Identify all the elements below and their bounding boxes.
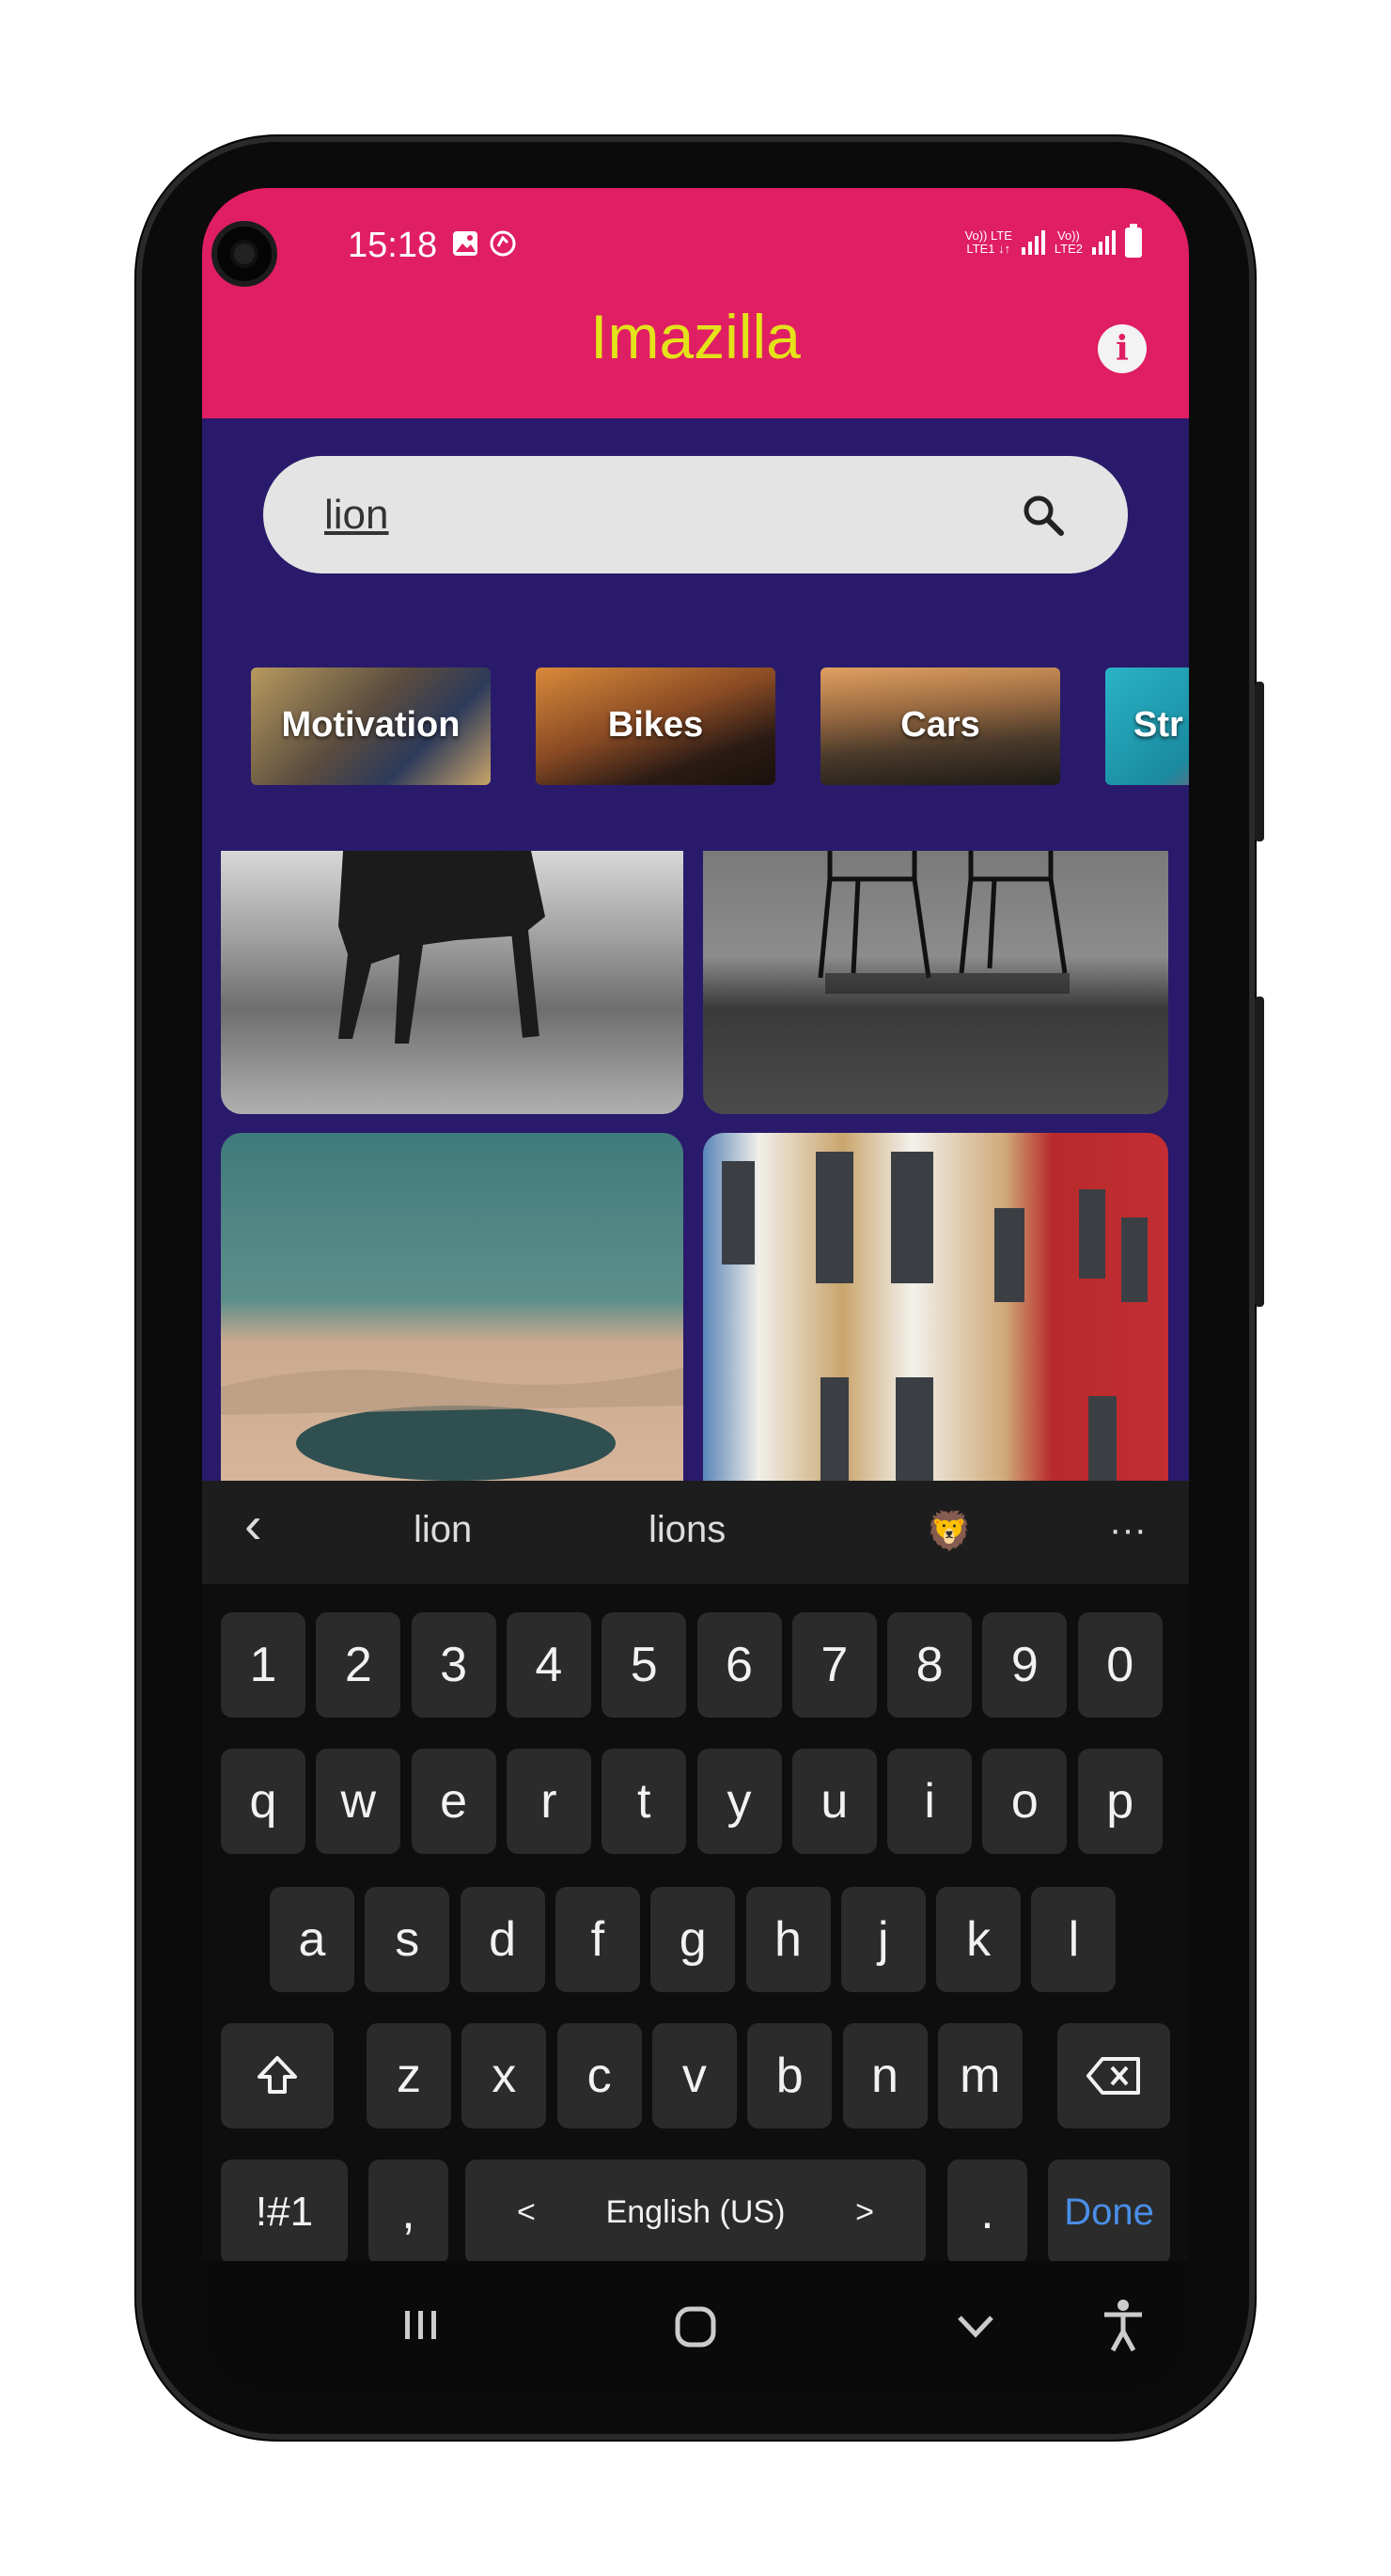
key-4[interactable]: 4	[506, 1612, 591, 1718]
key-h[interactable]: h	[745, 1887, 831, 1992]
backspace-icon	[1086, 2057, 1140, 2095]
category-label: Cars	[900, 705, 980, 745]
home-icon[interactable]	[672, 2303, 719, 2350]
key-2[interactable]: 2	[316, 1612, 401, 1718]
key-o[interactable]: o	[982, 1749, 1068, 1854]
key-i[interactable]: i	[887, 1749, 973, 1854]
category-bikes[interactable]: Bikes	[536, 668, 775, 785]
key-v[interactable]: v	[651, 2023, 737, 2128]
search-icon[interactable]	[1020, 492, 1067, 539]
image-townhouses[interactable]	[703, 1133, 1168, 1481]
key-3[interactable]: 3	[411, 1612, 496, 1718]
space-bar[interactable]: < English (US) >	[465, 2160, 926, 2265]
status-time: 15:18	[348, 226, 438, 265]
suggestion-item[interactable]: lion	[414, 1509, 472, 1551]
keyboard: ‹ lion lions 🦁 ··· 1234567890 qwertyuiop a…	[202, 1481, 1189, 2393]
key-q[interactable]: q	[221, 1749, 305, 1854]
key-1[interactable]: 1	[221, 1612, 305, 1718]
suggestion-item[interactable]: lions	[649, 1509, 726, 1551]
screen: 15:18 Vo)) LTE LTE1 ↓↑ Vo)) LTE2 Imazilla …	[202, 188, 1189, 2393]
power-button	[1255, 997, 1264, 1307]
key-9[interactable]: 9	[982, 1612, 1068, 1718]
language-label: English (US)	[605, 2194, 786, 2230]
sync-icon	[490, 230, 516, 257]
comma-key[interactable]: ,	[368, 2160, 448, 2265]
houses-drawing	[722, 1152, 1148, 1481]
app-title: Imazilla	[590, 302, 801, 371]
key-a[interactable]: a	[270, 1887, 354, 1992]
status-indicators: Vo)) LTE LTE1 ↓↑ Vo)) LTE2	[964, 224, 1142, 258]
suggestion-emoji[interactable]: 🦁	[926, 1509, 973, 1553]
chairs-drawing	[818, 851, 1070, 994]
suggestion-bar: ‹ lion lions 🦁 ···	[202, 1481, 1189, 1584]
key-m[interactable]: m	[937, 2023, 1023, 2128]
key-x[interactable]: x	[461, 2023, 547, 2128]
sim1-label: Vo)) LTE LTE1 ↓↑	[964, 228, 1012, 256]
key-f[interactable]: f	[555, 1887, 640, 1992]
signal-icon	[1021, 230, 1045, 255]
sim2-label: Vo)) LTE2	[1054, 228, 1083, 256]
image-horse[interactable]	[221, 851, 683, 1114]
key-y[interactable]: y	[696, 1749, 782, 1854]
category-strip: Motivation Bikes Cars Str	[251, 668, 1189, 785]
key-0[interactable]: 0	[1077, 1612, 1163, 1718]
key-b[interactable]: b	[747, 2023, 833, 2128]
app-header: 15:18 Vo)) LTE LTE1 ↓↑ Vo)) LTE2 Imazilla …	[202, 188, 1189, 424]
language-prev[interactable]: <	[517, 2160, 536, 2265]
category-street[interactable]: Str	[1105, 668, 1189, 785]
category-motivation[interactable]: Motivation	[251, 668, 491, 785]
key-6[interactable]: 6	[696, 1612, 782, 1718]
key-p[interactable]: p	[1077, 1749, 1163, 1854]
key-n[interactable]: n	[842, 2023, 928, 2128]
search-bar[interactable]: lion	[263, 456, 1128, 573]
key-t[interactable]: t	[602, 1749, 687, 1854]
shift-icon	[258, 2056, 297, 2094]
more-suggestions-button[interactable]: ···	[1109, 1509, 1147, 1551]
key-j[interactable]: j	[840, 1887, 926, 1992]
shift-key[interactable]	[221, 2023, 334, 2128]
key-l[interactable]: l	[1031, 1887, 1117, 1992]
recents-icon[interactable]	[399, 2303, 443, 2347]
main-content: lion Motivation Bikes Cars Str	[202, 418, 1189, 1481]
key-5[interactable]: 5	[602, 1612, 687, 1718]
key-r[interactable]: r	[506, 1749, 591, 1854]
hide-keyboard-icon[interactable]	[954, 2308, 997, 2346]
image-desert-lake[interactable]	[221, 1133, 683, 1481]
language-next[interactable]: >	[855, 2160, 874, 2265]
volume-button	[1255, 682, 1264, 841]
key-u[interactable]: u	[791, 1749, 877, 1854]
key-w[interactable]: w	[316, 1749, 401, 1854]
system-nav-bar	[202, 2261, 1189, 2393]
key-s[interactable]: s	[365, 1887, 450, 1992]
horse-silhouette	[338, 851, 545, 1044]
key-c[interactable]: c	[556, 2023, 642, 2128]
key-z[interactable]: z	[367, 2023, 451, 2128]
lake-drawing	[221, 1368, 683, 1481]
suggestion-back-button[interactable]: ‹	[244, 1494, 262, 1555]
backspace-key[interactable]	[1057, 2023, 1170, 2128]
search-input[interactable]: lion	[324, 492, 389, 539]
accessibility-icon[interactable]	[1100, 2299, 1147, 2353]
key-e[interactable]: e	[411, 1749, 496, 1854]
category-cars[interactable]: Cars	[821, 668, 1060, 785]
key-d[interactable]: d	[460, 1887, 545, 1992]
gallery-icon	[453, 231, 477, 256]
period-key[interactable]: .	[947, 2160, 1027, 2265]
category-label: Motivation	[281, 705, 461, 745]
key-8[interactable]: 8	[887, 1612, 973, 1718]
image-chairs[interactable]	[703, 851, 1168, 1114]
key-7[interactable]: 7	[791, 1612, 877, 1718]
category-label: Str	[1133, 705, 1183, 745]
battery-icon	[1125, 224, 1142, 258]
signal-icon	[1092, 230, 1116, 255]
info-icon[interactable]: i	[1098, 324, 1147, 373]
key-k[interactable]: k	[936, 1887, 1022, 1992]
symbols-key[interactable]: !#1	[221, 2160, 348, 2265]
category-label: Bikes	[607, 705, 704, 745]
front-camera	[211, 221, 277, 287]
key-g[interactable]: g	[650, 1887, 736, 1992]
done-key[interactable]: Done	[1048, 2160, 1170, 2265]
